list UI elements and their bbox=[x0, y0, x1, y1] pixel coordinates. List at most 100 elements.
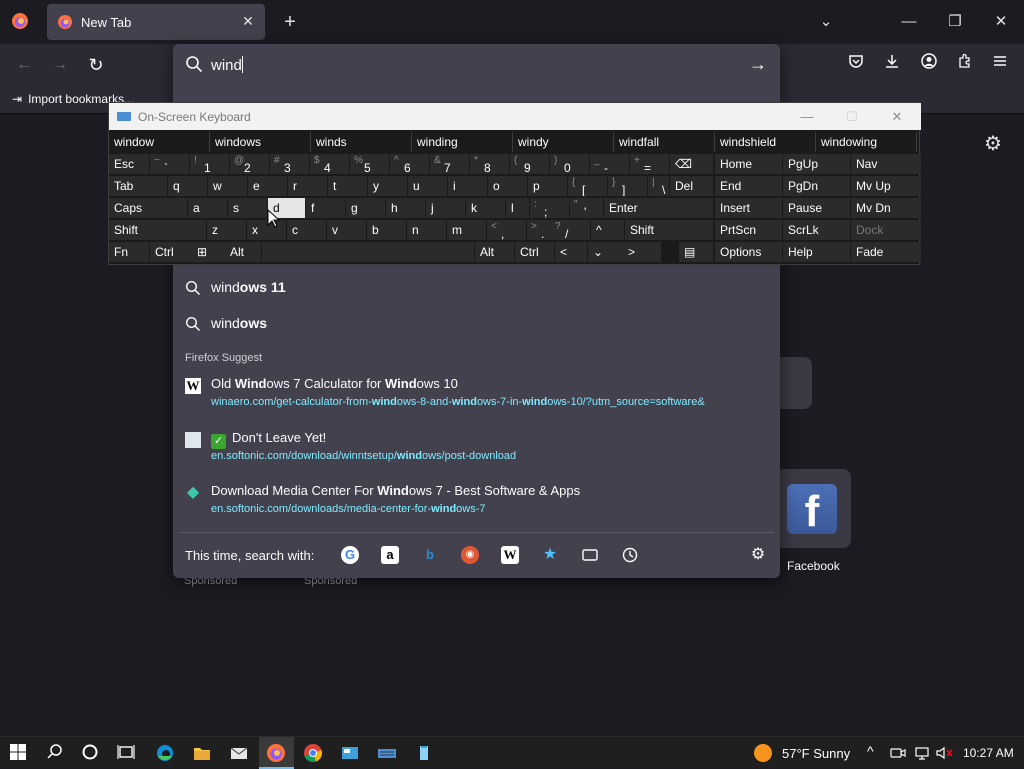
word-prediction[interactable]: winds bbox=[311, 132, 412, 152]
new-tab-button[interactable]: + bbox=[278, 10, 302, 34]
key[interactable]: @2 bbox=[230, 154, 269, 174]
shortcut-tile[interactable] bbox=[775, 357, 812, 409]
osk-close-button[interactable]: ✕ bbox=[883, 107, 911, 127]
duckduckgo-icon[interactable]: ◉ bbox=[461, 546, 479, 564]
list-all-tabs-icon[interactable]: ⌄ bbox=[814, 10, 838, 34]
urlbar-input[interactable]: wind → bbox=[173, 44, 780, 86]
key[interactable]: y bbox=[368, 176, 407, 196]
key[interactable]: Enter bbox=[604, 198, 713, 218]
key[interactable]: ▤ bbox=[679, 242, 713, 262]
wikipedia-icon[interactable]: W bbox=[501, 546, 519, 564]
key[interactable]: :; bbox=[530, 198, 569, 218]
account-icon[interactable] bbox=[917, 53, 941, 77]
key[interactable]: Alt bbox=[475, 242, 514, 262]
key[interactable]: ) 0 bbox=[550, 154, 589, 174]
key[interactable]: {[ bbox=[568, 176, 607, 196]
clock[interactable]: 10:27 AM bbox=[963, 746, 1014, 760]
key[interactable]: #3 bbox=[270, 154, 309, 174]
key[interactable]: s bbox=[228, 198, 267, 218]
tab-new-tab[interactable]: New Tab ✕ bbox=[47, 4, 265, 40]
key[interactable]: ^ bbox=[591, 220, 624, 240]
key[interactable]: % 5 bbox=[350, 154, 389, 174]
word-prediction[interactable]: winding bbox=[412, 132, 513, 152]
weather-text[interactable]: 57°F Sunny bbox=[782, 746, 850, 761]
app-menu-icon[interactable] bbox=[988, 53, 1012, 77]
weather-sunny-icon[interactable] bbox=[754, 744, 772, 762]
chrome-icon[interactable] bbox=[303, 743, 323, 763]
extensions-icon[interactable] bbox=[953, 53, 977, 77]
firefox-menu-icon[interactable] bbox=[11, 12, 29, 30]
go-button[interactable]: → bbox=[749, 54, 767, 75]
key[interactable]: a bbox=[188, 198, 227, 218]
key[interactable]: End bbox=[715, 176, 782, 196]
key[interactable]: Mv Up bbox=[851, 176, 921, 196]
key[interactable]: e bbox=[248, 176, 287, 196]
volume-muted-icon[interactable] bbox=[936, 746, 954, 763]
word-prediction[interactable]: windows bbox=[210, 132, 311, 152]
google-icon[interactable]: G bbox=[341, 546, 359, 564]
search-suggestion[interactable]: windows 11 bbox=[173, 271, 780, 305]
key[interactable]: Caps bbox=[109, 198, 187, 218]
key[interactable]: Shift bbox=[625, 220, 713, 240]
key[interactable]: Help bbox=[783, 242, 850, 262]
key[interactable]: > bbox=[623, 242, 661, 262]
key[interactable]: + = bbox=[630, 154, 669, 174]
close-button[interactable]: ✕ bbox=[989, 10, 1013, 34]
key[interactable]: Home bbox=[715, 154, 782, 174]
key[interactable]: | \ bbox=[648, 176, 669, 196]
file-explorer-icon[interactable] bbox=[192, 743, 212, 763]
key[interactable]: _ - bbox=[590, 154, 629, 174]
word-prediction[interactable]: windfall bbox=[614, 132, 715, 152]
reload-button[interactable]: ↻ bbox=[84, 53, 108, 77]
key[interactable]: Mv Dn bbox=[851, 198, 921, 218]
maximize-button[interactable]: ❐ bbox=[943, 10, 967, 34]
amazon-icon[interactable]: a bbox=[381, 546, 399, 564]
key[interactable]: j bbox=[426, 198, 465, 218]
edge-icon[interactable] bbox=[155, 743, 175, 763]
pocket-icon[interactable] bbox=[844, 53, 868, 77]
key[interactable]: o bbox=[488, 176, 527, 196]
key[interactable]: < bbox=[555, 242, 587, 262]
firefox-suggest-item[interactable]: ✓ Don't Leave Yet! en.softonic.com/downlo… bbox=[173, 428, 780, 476]
key[interactable]: PgDn bbox=[783, 176, 850, 196]
key[interactable]: l bbox=[506, 198, 529, 218]
control-panel-icon[interactable] bbox=[340, 743, 360, 763]
word-prediction[interactable]: window bbox=[109, 132, 210, 152]
osk-minimize-button[interactable]: — bbox=[793, 107, 821, 127]
key[interactable]: Tab bbox=[109, 176, 167, 196]
key[interactable]: q bbox=[168, 176, 207, 196]
key[interactable]: m bbox=[447, 220, 486, 240]
search-suggestion[interactable]: windows bbox=[173, 307, 780, 341]
key[interactable]: Alt bbox=[225, 242, 261, 262]
key[interactable]: w bbox=[208, 176, 247, 196]
cortana-icon[interactable] bbox=[80, 743, 100, 763]
key[interactable]: Shift bbox=[109, 220, 206, 240]
key[interactable]: ? / bbox=[551, 220, 590, 240]
task-view-icon[interactable] bbox=[116, 743, 136, 763]
firefox-suggest-item[interactable]: ◆ Download Media Center For Windows 7 - … bbox=[173, 481, 780, 529]
key[interactable]: <, bbox=[487, 220, 526, 240]
key[interactable]: $4 bbox=[310, 154, 349, 174]
key[interactable]: k bbox=[466, 198, 505, 218]
key[interactable]: g bbox=[346, 198, 385, 218]
key[interactable]: h bbox=[386, 198, 425, 218]
key[interactable]: Ctrl bbox=[515, 242, 554, 262]
key[interactable]: }] bbox=[608, 176, 647, 196]
key[interactable] bbox=[262, 242, 474, 262]
key[interactable]: * 8 bbox=[470, 154, 509, 174]
key[interactable]: f bbox=[306, 198, 345, 218]
key[interactable]: PrtScn bbox=[715, 220, 782, 240]
tab-close-icon[interactable]: ✕ bbox=[239, 13, 257, 31]
key[interactable]: " ' bbox=[570, 198, 603, 218]
tabs-icon[interactable] bbox=[581, 546, 599, 564]
key[interactable]: Esc bbox=[109, 154, 149, 174]
urlbar-text[interactable]: wind bbox=[211, 56, 243, 74]
word-prediction[interactable]: windowing bbox=[816, 132, 917, 152]
key[interactable]: Pause bbox=[783, 198, 850, 218]
key[interactable]: ~ ` bbox=[150, 154, 189, 174]
key[interactable]: Nav bbox=[851, 154, 921, 174]
downloads-icon[interactable] bbox=[880, 53, 904, 77]
key[interactable]: Fn bbox=[109, 242, 149, 262]
notepad-icon[interactable] bbox=[414, 743, 434, 763]
key[interactable]: Fade bbox=[851, 242, 921, 262]
